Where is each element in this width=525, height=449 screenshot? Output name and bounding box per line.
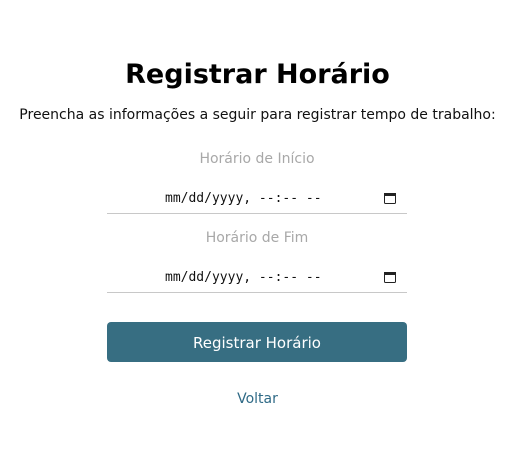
register-time-button[interactable]: Registrar Horário xyxy=(107,322,407,362)
calendar-icon[interactable] xyxy=(384,272,396,283)
back-link[interactable]: Voltar xyxy=(0,390,515,408)
page-title: Registrar Horário xyxy=(125,59,390,90)
start-time-label: Horário de Início xyxy=(199,151,315,167)
calendar-icon[interactable] xyxy=(384,193,396,204)
page-subtitle: Preencha as informações a seguir para re… xyxy=(19,107,496,123)
end-time-value[interactable]: mm/dd/yyyy, --:-- -- xyxy=(165,270,322,285)
start-time-value[interactable]: mm/dd/yyyy, --:-- -- xyxy=(165,191,322,206)
register-time-page: Registrar Horário Preencha as informaçõe… xyxy=(0,0,525,449)
end-time-input[interactable]: mm/dd/yyyy, --:-- -- xyxy=(107,263,407,293)
start-time-input[interactable]: mm/dd/yyyy, --:-- -- xyxy=(107,184,407,214)
end-time-label: Horário de Fim xyxy=(205,230,309,246)
